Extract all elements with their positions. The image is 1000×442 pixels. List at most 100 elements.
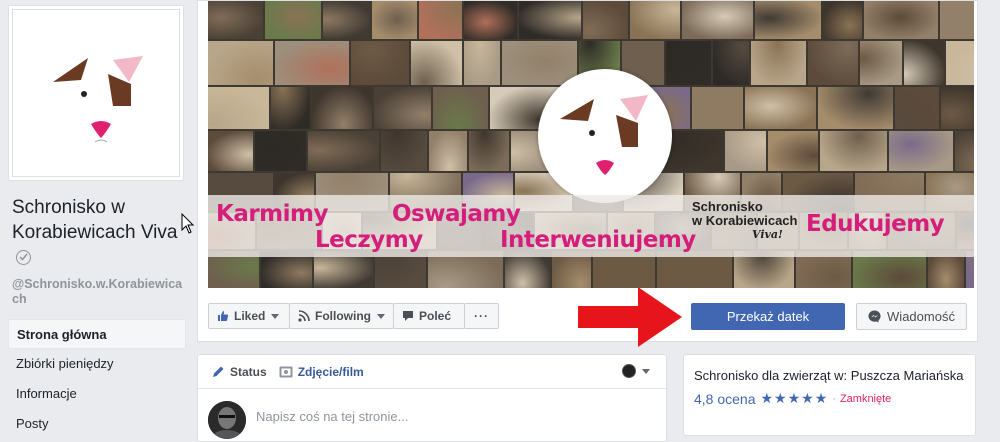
cover-photo-tile xyxy=(895,87,939,129)
red-arrow-icon xyxy=(578,287,682,347)
tab-status[interactable]: Status xyxy=(212,365,267,379)
cover-photo-tile xyxy=(889,131,953,171)
cover-photo-tile xyxy=(208,1,263,39)
nav-item-fundraisers[interactable]: Zbiórki pieniędzy xyxy=(8,349,186,379)
composer-avatar xyxy=(208,401,246,439)
nav-item-posts[interactable]: Posty xyxy=(8,409,186,439)
cover-photo-tile xyxy=(265,1,321,39)
composer-tabs: Status Zdjęcie/film xyxy=(198,355,666,389)
speech-bubble-icon xyxy=(402,310,414,322)
cover-photo-tile xyxy=(820,131,887,171)
slogan-heal: Leczymy xyxy=(315,227,423,253)
following-button[interactable]: Following xyxy=(289,303,394,329)
cover-photo-tile xyxy=(904,41,944,85)
thumbs-up-icon xyxy=(217,310,229,322)
cover-photo-tile xyxy=(745,87,816,129)
cover-photo-tile xyxy=(433,87,488,129)
cover-photo-tile xyxy=(755,1,821,39)
cover-photo-tile xyxy=(323,1,370,39)
message-label: Wiadomość xyxy=(887,309,955,324)
cover-photo-tile xyxy=(692,87,743,129)
rating-row: 4,8 ocena ★★★★★ · Zamknięte xyxy=(694,390,965,407)
rss-icon xyxy=(298,310,310,322)
page-title-text: Schronisko w Korabiewicach Viva xyxy=(12,197,178,243)
liked-label: Liked xyxy=(234,309,266,323)
cover-photo-tile xyxy=(519,1,581,39)
cover-photo-tile xyxy=(429,131,467,171)
cover-photo-tile xyxy=(818,87,893,129)
profile-logo xyxy=(12,9,180,177)
status-badge: Zamknięte xyxy=(839,392,892,405)
recommend-label: Poleć xyxy=(419,309,452,323)
recommend-button[interactable]: Poleć xyxy=(393,303,465,329)
page-handle[interactable]: @Schronisko.w.Korabiewicach xyxy=(12,277,187,307)
left-column: Schronisko w Korabiewicach Viva @Schroni… xyxy=(0,0,192,442)
tab-photo-video[interactable]: Zdjęcie/film xyxy=(279,365,364,379)
rating-value[interactable]: 4,8 ocena xyxy=(694,391,756,407)
cover-photo-tile xyxy=(255,131,306,171)
brand-line-3: Viva! xyxy=(752,228,783,241)
cover-photo-tile xyxy=(941,87,974,129)
cover-photo-tile xyxy=(469,131,509,171)
more-options-button[interactable]: ··· xyxy=(464,303,499,329)
cover-photo-tile xyxy=(411,41,462,85)
profile-picture[interactable] xyxy=(8,5,184,181)
cover-photo-tile xyxy=(208,87,269,129)
cover-photo-tile xyxy=(751,41,806,85)
cover-photo-tile xyxy=(372,1,417,39)
cover-photo-tile xyxy=(464,41,500,85)
tab-status-label: Status xyxy=(230,364,267,379)
nav-item-about[interactable]: Informacje xyxy=(8,379,186,409)
post-as-selector[interactable] xyxy=(622,364,650,378)
separator: · xyxy=(832,392,836,405)
cover-photo[interactable]: Karmimy Leczymy Oswajamy Interweniujemy … xyxy=(208,1,974,288)
cover-photo-tile xyxy=(940,1,974,39)
slogan-tame: Oswajamy xyxy=(392,201,521,227)
cover-photo-tile xyxy=(381,131,427,171)
cover-photo-tile xyxy=(808,41,858,85)
rating-stars-icon: ★★★★★ xyxy=(760,390,829,406)
following-label: Following xyxy=(315,309,371,323)
avatar xyxy=(622,364,636,378)
liked-button[interactable]: Liked xyxy=(208,303,290,329)
cover-photo-tile xyxy=(666,41,711,85)
chevron-down-icon xyxy=(271,313,280,319)
cover-photo-tile xyxy=(308,131,379,171)
cover-photo-tile xyxy=(351,41,409,85)
verified-check-icon xyxy=(16,250,31,265)
cover-photo-tile xyxy=(464,1,517,39)
cover-photo-tile xyxy=(860,41,902,85)
chevron-down-icon xyxy=(642,368,650,374)
cover-photo-tile xyxy=(864,1,938,39)
chevron-down-icon xyxy=(377,313,385,319)
cover-photo-tile xyxy=(946,41,974,85)
post-composer: Status Zdjęcie/film Napisz coś na tej st… xyxy=(197,354,667,442)
cover-logo xyxy=(538,69,672,203)
cover-photo-tile xyxy=(271,87,310,129)
cover-photo-tile xyxy=(713,41,749,85)
donate-button[interactable]: Przekaż datek xyxy=(691,303,845,330)
dog-logo-icon xyxy=(560,95,648,175)
cover-photo-tile xyxy=(630,1,680,39)
left-nav: Strona główna Zbiórki pieniędzy Informac… xyxy=(8,319,186,439)
page-category[interactable]: Schronisko dla zwierząt w: Puszcza Maria… xyxy=(694,367,965,384)
pencil-icon xyxy=(212,365,225,378)
slogan-feed: Karmimy xyxy=(216,201,329,227)
tab-photo-label: Zdjęcie/film xyxy=(297,364,364,379)
dog-logo-icon xyxy=(53,56,143,143)
slogan-intervene: Interweniujemy xyxy=(500,227,696,253)
cover-photo-tile xyxy=(419,1,462,39)
cover-photo-tile xyxy=(275,41,349,85)
cover-photo-tile xyxy=(682,1,753,39)
page-title[interactable]: Schronisko w Korabiewicach Viva xyxy=(12,195,182,270)
composer-input[interactable]: Napisz coś na tej stronie... xyxy=(256,409,408,424)
cover-photo-tile xyxy=(208,131,253,171)
nav-item-home[interactable]: Strona główna xyxy=(8,319,186,349)
messenger-icon xyxy=(868,310,881,323)
cover-photo-tile xyxy=(583,1,628,39)
cover-photo-tile xyxy=(374,87,431,129)
mouse-cursor-icon xyxy=(181,213,195,234)
cover-brand: Schronisko w Korabiewicach Viva! xyxy=(692,200,797,242)
message-button[interactable]: Wiadomość xyxy=(856,303,967,330)
brand-line-2: w Korabiewicach xyxy=(692,213,798,228)
